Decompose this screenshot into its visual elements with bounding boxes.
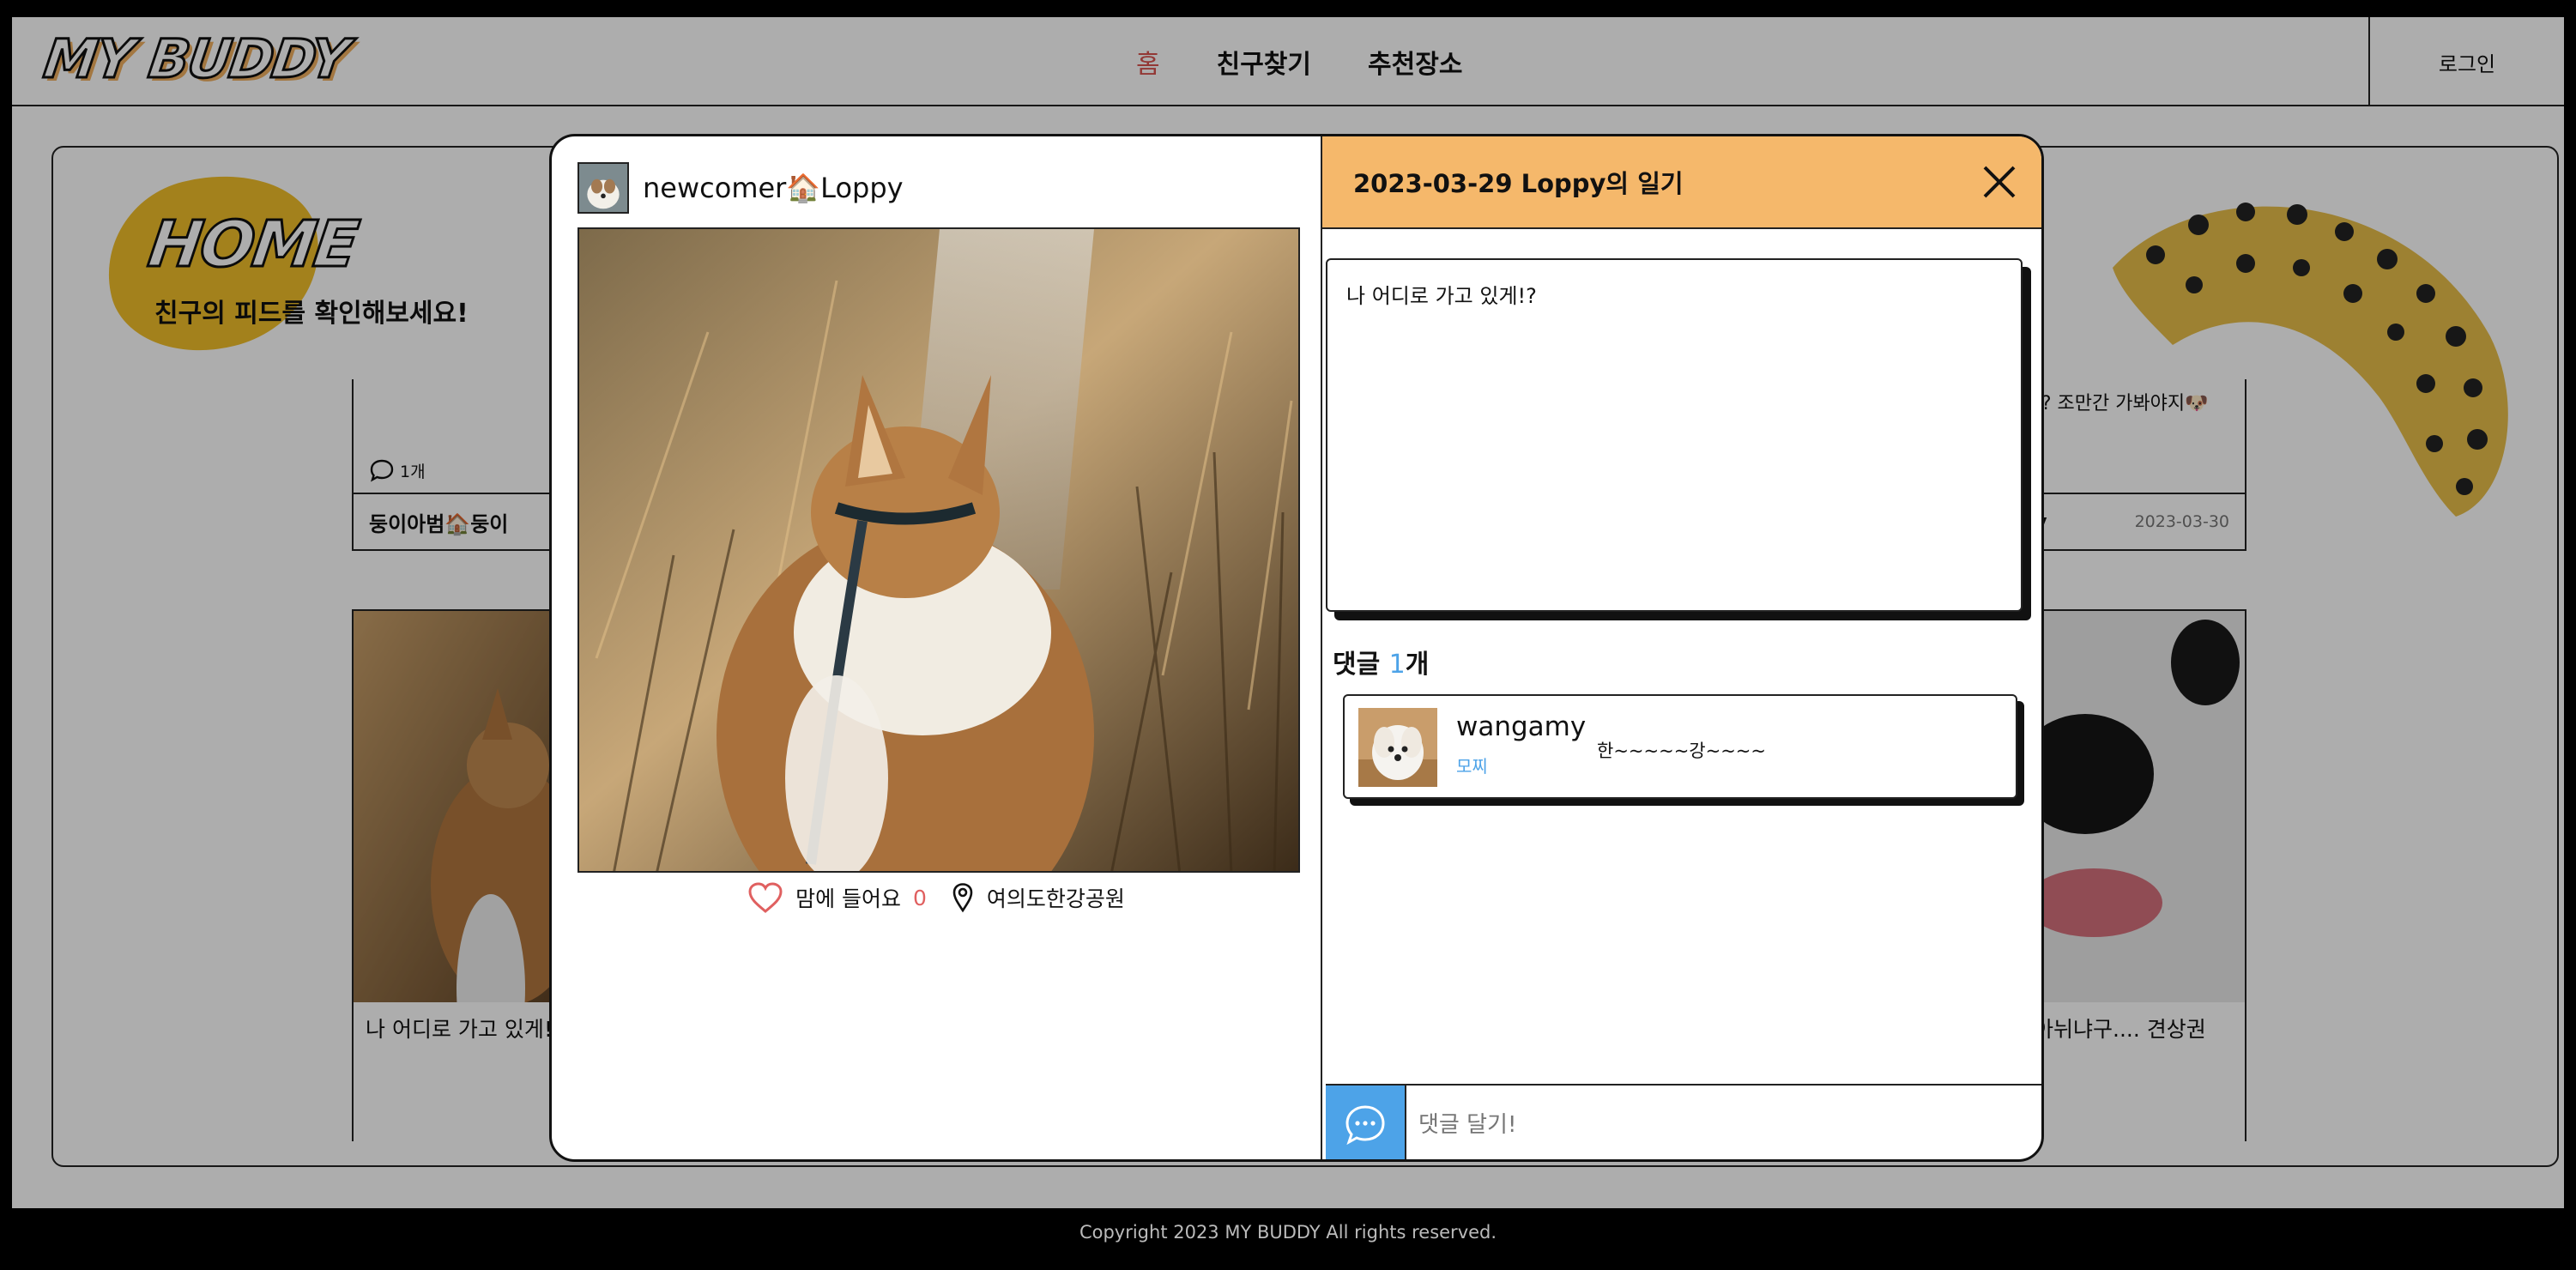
commenter-pet-name: 모찌 xyxy=(1456,756,1488,777)
close-icon[interactable] xyxy=(1981,164,2017,200)
chat-bubble-icon xyxy=(1345,1105,1385,1146)
modal-right-panel: 2023-03-29 Loppy의 일기 나 어디로 가고 있게!? 댓글 1개 xyxy=(1321,136,2041,1159)
heart-icon[interactable] xyxy=(747,881,783,914)
app-frame: MY BUDDY 홈 친구찾기 추천장소 로그인 HOME 친구의 피드를 확인… xyxy=(12,17,2564,1208)
post-meta: 맘에 들어요 0 여의도한강공원 xyxy=(552,881,1321,914)
post-photo-corgi xyxy=(579,229,1298,871)
location-pin-icon xyxy=(952,883,973,913)
commenter-avatar[interactable] xyxy=(1358,708,1437,787)
author-name[interactable]: newcomer🏠Loppy xyxy=(643,172,904,204)
comment-input-row xyxy=(1326,1084,2041,1159)
comments-count: 1 xyxy=(1388,650,1406,680)
comment-input[interactable] xyxy=(1418,1104,2019,1146)
author-avatar[interactable] xyxy=(577,162,629,214)
post-author: newcomer🏠Loppy xyxy=(577,162,904,214)
comment-item: wangamy 모찌 한~~~~~강~~~~ xyxy=(1343,694,2017,799)
diary-content: 나 어디로 가고 있게!? xyxy=(1326,258,2023,612)
modal-left-panel: newcomer🏠Loppy 맘에 들어요 0 여의도한강공원 xyxy=(552,136,1321,1159)
location-label[interactable]: 여의도한강공원 xyxy=(987,882,1125,913)
comments-heading: 댓글 1개 xyxy=(1333,650,1430,680)
post-photo xyxy=(577,227,1300,873)
like-label: 맘에 들어요 xyxy=(795,886,902,911)
comment-text: 한~~~~~강~~~~ xyxy=(1597,741,1767,761)
diary-header: 2023-03-29 Loppy의 일기 xyxy=(1322,136,2041,229)
footer-copyright: Copyright 2023 MY BUDDY All rights reser… xyxy=(1079,1222,1497,1243)
diary-modal: newcomer🏠Loppy 맘에 들어요 0 여의도한강공원 2023-03-… xyxy=(549,134,2044,1162)
comment-submit-button[interactable] xyxy=(1326,1086,1406,1159)
commenter-name[interactable]: wangamy xyxy=(1456,711,1586,742)
like-count: 0 xyxy=(913,885,927,910)
diary-title: 2023-03-29 Loppy의 일기 xyxy=(1353,169,1684,198)
